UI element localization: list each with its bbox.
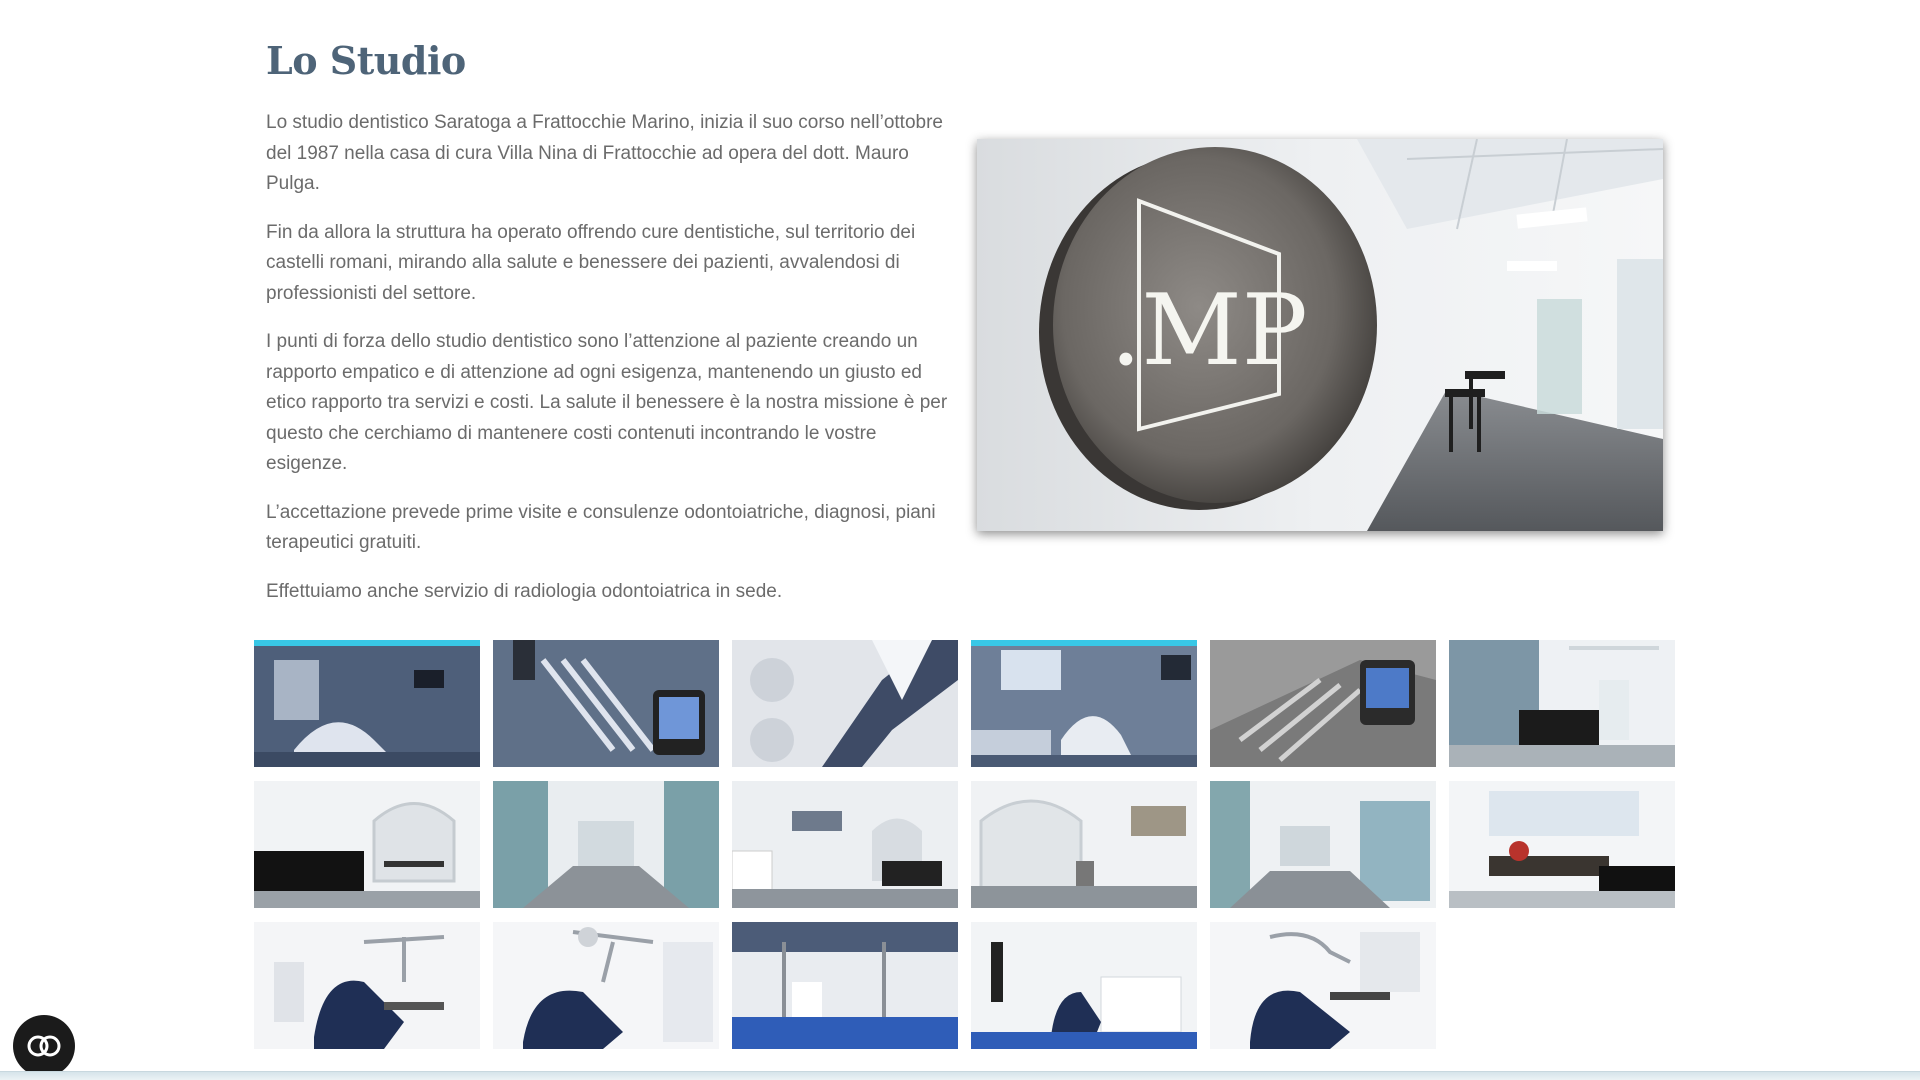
gallery-thumb-3[interactable] xyxy=(732,640,958,767)
gallery-thumb-2-photo xyxy=(493,640,719,767)
gallery-thumb-17[interactable] xyxy=(1210,922,1436,1049)
gallery-thumb-7-photo xyxy=(254,781,480,908)
gallery-thumb-10-photo xyxy=(971,781,1197,908)
gallery-thumb-1[interactable] xyxy=(254,640,480,767)
page: Lo Studio Lo studio dentistico Saratoga … xyxy=(0,0,1920,1080)
gallery-thumb-1-photo xyxy=(254,640,480,767)
gallery-thumb-4-photo xyxy=(971,640,1197,767)
gallery-thumb-3-photo xyxy=(732,640,958,767)
gallery-thumb-7[interactable] xyxy=(254,781,480,908)
gallery-thumb-15-photo xyxy=(732,922,958,1049)
paragraph-strengths: I punti di forza dello studio dentistico… xyxy=(266,331,948,474)
gallery-thumb-16-photo xyxy=(971,922,1197,1049)
gallery-thumb-11[interactable] xyxy=(1210,781,1436,908)
gallery-thumb-8-photo xyxy=(493,781,719,908)
gallery-thumb-9[interactable] xyxy=(732,781,958,908)
intro-text: Lo studio dentistico Saratoga a Frattocc… xyxy=(266,108,956,625)
gallery-thumb-2[interactable] xyxy=(493,640,719,767)
hero-logo-text: .MP xyxy=(1110,274,1307,388)
gallery-thumb-12-photo xyxy=(1449,781,1675,908)
gallery-thumb-13-photo xyxy=(254,922,480,1049)
gallery-thumb-11-photo xyxy=(1210,781,1436,908)
gallery-thumb-17-photo xyxy=(1210,922,1436,1049)
gallery-thumb-13[interactable] xyxy=(254,922,480,1049)
gallery-thumb-6[interactable] xyxy=(1449,640,1675,767)
gallery-thumb-15[interactable] xyxy=(732,922,958,1049)
paragraph-mission: Fin da allora la struttura ha operato of… xyxy=(266,221,916,304)
page-title: Lo Studio xyxy=(266,38,466,83)
gallery-thumb-4[interactable] xyxy=(971,640,1197,767)
gallery-thumb-5[interactable] xyxy=(1210,640,1436,767)
gallery-thumb-14[interactable] xyxy=(493,922,719,1049)
accessibility-toggle-icon xyxy=(27,1035,61,1057)
gallery-thumb-14-photo xyxy=(493,922,719,1049)
paragraph-history: Lo studio dentistico Saratoga a Frattocc… xyxy=(266,112,943,194)
accessibility-button[interactable] xyxy=(13,1015,75,1077)
gallery-thumb-5-photo xyxy=(1210,640,1436,767)
gallery-thumb-12[interactable] xyxy=(1449,781,1675,908)
gallery-thumb-6-photo xyxy=(1449,640,1675,767)
paragraph-acceptance: L’accettazione prevede prime visite e co… xyxy=(266,501,936,554)
gallery-thumb-9-photo xyxy=(732,781,958,908)
gallery-thumb-16[interactable] xyxy=(971,922,1197,1049)
gallery-thumb-10[interactable] xyxy=(971,781,1197,908)
hero-image: .MP xyxy=(977,139,1663,531)
photo-gallery xyxy=(254,640,1676,1049)
gallery-thumb-8[interactable] xyxy=(493,781,719,908)
bottom-bar xyxy=(0,1071,1920,1080)
paragraph-radiology: Effettuiamo anche servizio di radiologia… xyxy=(266,580,783,602)
